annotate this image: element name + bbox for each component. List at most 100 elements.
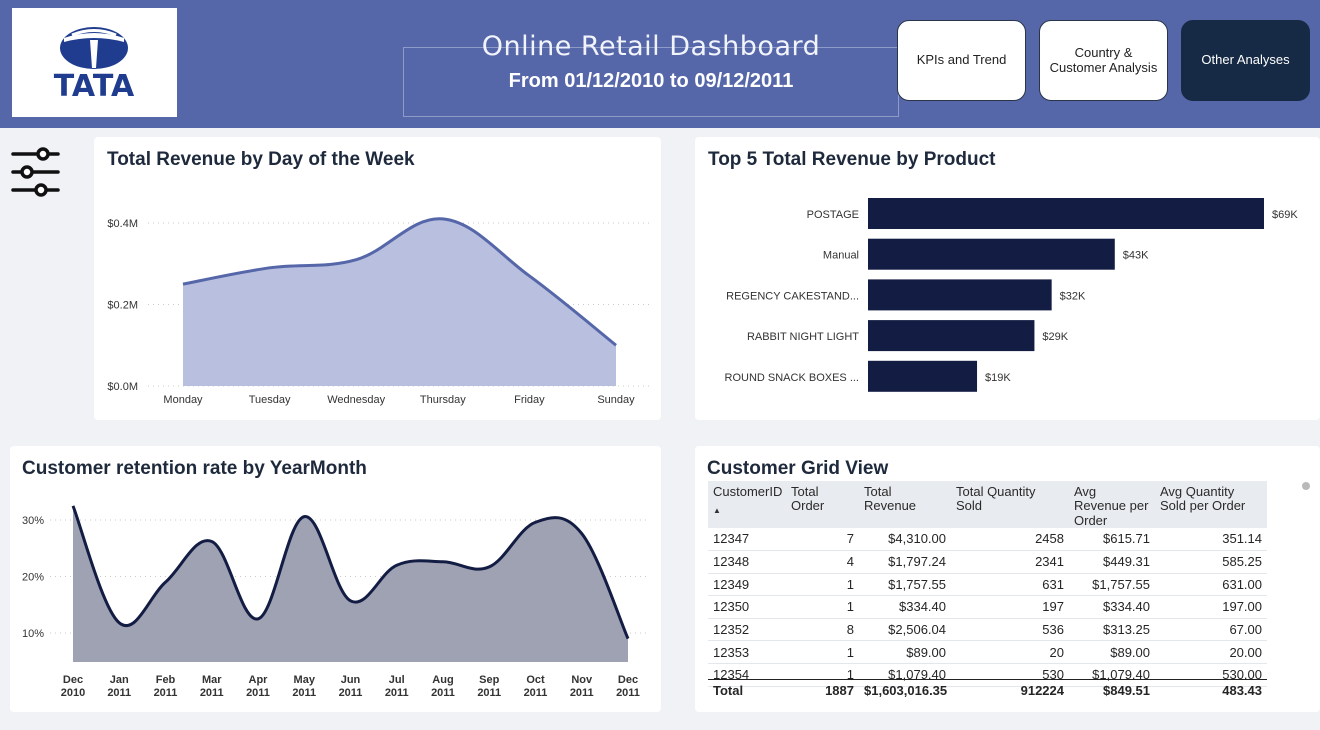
table-cell: 2341: [951, 550, 1069, 574]
x-tick-month: Oct: [526, 674, 545, 686]
table-cell: $449.31: [1069, 550, 1155, 574]
other-analyses-button[interactable]: Other Analyses: [1181, 20, 1310, 101]
table-row[interactable]: 12348 4 $1,797.24 2341 $449.31 585.25: [708, 550, 1267, 574]
y-tick-label: $0.4M: [107, 218, 138, 230]
total-quantity: 912224: [1020, 683, 1064, 698]
x-tick-month: Jan: [110, 674, 129, 686]
product-bar: [868, 238, 1115, 270]
total-avg-quantity: 483.43: [1222, 683, 1262, 698]
kpis-trend-button[interactable]: KPIs and Trend: [897, 20, 1026, 101]
product-label: POSTAGE: [807, 209, 859, 221]
table-row[interactable]: 12352 8 $2,506.04 536 $313.25 67.00: [708, 618, 1267, 642]
product-value-label: $69K: [1272, 209, 1298, 221]
product-bar: [868, 320, 1035, 352]
y-tick-label: 10%: [22, 628, 44, 640]
x-tick-label: Thursday: [420, 394, 466, 406]
product-value-label: $32K: [1060, 290, 1086, 302]
country-customer-button[interactable]: Country & Customer Analysis: [1039, 20, 1168, 101]
table-cell: 351.14: [1155, 527, 1267, 551]
total-orders: 1887: [825, 683, 854, 698]
x-tick-month: Dec: [618, 674, 638, 686]
x-tick-month: Nov: [571, 674, 593, 686]
table-row[interactable]: 12349 1 $1,757.55 631 $1,757.55 631.00: [708, 573, 1267, 597]
customer-grid[interactable]: CustomerID ▲ Total Order Total Revenue To…: [708, 481, 1268, 702]
top-products-card: Top 5 Total Revenue by Product POSTAGE $6…: [695, 137, 1320, 420]
top-products-chart: POSTAGE $69K Manual $43K REGENCY CAKESTAND..…: [725, 198, 1298, 392]
x-tick-year: 2011: [154, 687, 178, 699]
table-cell: $89.00: [859, 640, 951, 664]
product-label: ROUND SNACK BOXES ...: [725, 372, 859, 384]
sliders-filter-icon[interactable]: [10, 145, 62, 197]
table-row[interactable]: 12350 1 $334.40 197 $334.40 197.00: [708, 595, 1267, 619]
y-tick-label: $0.0M: [107, 381, 138, 393]
revenue-by-day-card: Total Revenue by Day of the Week $0.0M $0…: [94, 137, 661, 420]
logo-text: TATA: [54, 69, 135, 104]
x-tick-year: 2011: [616, 687, 640, 699]
table-cell: $1,757.55: [1069, 573, 1155, 597]
product-bar: [868, 279, 1052, 311]
product-label: REGENCY CAKESTAND...: [726, 290, 859, 302]
table-cell: $334.40: [1069, 595, 1155, 619]
page-title: Online Retail Dashboard: [481, 31, 821, 62]
table-cell: 8: [786, 618, 859, 642]
x-tick-month: Jul: [389, 674, 405, 686]
x-tick-year: 2011: [477, 687, 501, 699]
table-cell: $1,757.55: [859, 573, 951, 597]
x-tick-month: Dec: [63, 674, 83, 686]
col-header-total-revenue[interactable]: Total Revenue: [859, 481, 951, 528]
table-row[interactable]: 12347 7 $4,310.00 2458 $615.71 351.14: [708, 527, 1267, 551]
product-label: RABBIT NIGHT LIGHT: [747, 331, 859, 343]
col-header-total-order[interactable]: Total Order: [786, 481, 859, 528]
total-revenue: $1,603,016.35: [864, 683, 948, 698]
grid-scrollbar-handle[interactable]: [1302, 482, 1310, 490]
x-tick-year: 2011: [200, 687, 224, 699]
revenue-area: [183, 218, 616, 386]
table-cell: $334.40: [859, 595, 951, 619]
table-cell: 12349: [708, 573, 786, 597]
x-tick-year: 2011: [292, 687, 316, 699]
x-tick-month: Sep: [479, 674, 499, 686]
table-cell: $4,310.00: [859, 527, 951, 551]
table-row[interactable]: 12353 1 $89.00 20 $89.00 20.00: [708, 640, 1267, 664]
product-value-label: $29K: [1042, 331, 1068, 343]
x-tick-month: Jun: [341, 674, 361, 686]
col-header-total-quantity[interactable]: Total Quantity Sold: [951, 481, 1069, 528]
x-tick-label: Wednesday: [327, 394, 385, 406]
table-cell: 1: [786, 595, 859, 619]
retention-chart: 10%20%30%Dec2010Jan2011Feb2011Mar2011Apr…: [22, 505, 650, 699]
x-tick-year: 2010: [61, 687, 85, 699]
col-header-customerid[interactable]: CustomerID ▲: [708, 481, 786, 528]
table-cell: 536: [951, 618, 1069, 642]
table-cell: 197: [951, 595, 1069, 619]
col-header-avg-revenue[interactable]: Avg Revenue per Order: [1069, 481, 1155, 528]
y-tick-label: 20%: [22, 572, 44, 584]
x-tick-label: Monday: [163, 394, 203, 406]
x-tick-label: Tuesday: [249, 394, 291, 406]
table-cell: 12350: [708, 595, 786, 619]
grid-total-row: Total 1887 $1,603,016.35 912224 $849.51 …: [708, 679, 1267, 698]
table-cell: 1: [786, 640, 859, 664]
table-cell: 20.00: [1155, 640, 1267, 664]
x-tick-month: Mar: [202, 674, 222, 686]
x-tick-label: Friday: [514, 394, 545, 406]
x-tick-month: May: [294, 674, 316, 686]
product-value-label: $19K: [985, 372, 1011, 384]
x-tick-year: 2011: [385, 687, 409, 699]
table-cell: 12348: [708, 550, 786, 574]
x-tick-year: 2011: [431, 687, 455, 699]
x-tick-year: 2011: [107, 687, 131, 699]
product-label: Manual: [823, 250, 859, 262]
product-bar: [868, 198, 1264, 229]
product-bar: [868, 360, 978, 392]
y-tick-label: 30%: [22, 515, 44, 527]
x-tick-year: 2011: [246, 687, 270, 699]
x-tick-year: 2011: [570, 687, 594, 699]
table-cell: $1,797.24: [859, 550, 951, 574]
col-header-avg-quantity[interactable]: Avg Quantity Sold per Order: [1155, 481, 1267, 528]
sort-ascending-icon[interactable]: ▲: [713, 506, 781, 516]
page-subtitle: From 01/12/2010 to 09/12/2011: [508, 70, 794, 92]
table-cell: 20: [951, 640, 1069, 664]
table-cell: 197.00: [1155, 595, 1267, 619]
table-cell: 12352: [708, 618, 786, 642]
grid-header-row: CustomerID ▲ Total Order Total Revenue To…: [708, 481, 1267, 528]
